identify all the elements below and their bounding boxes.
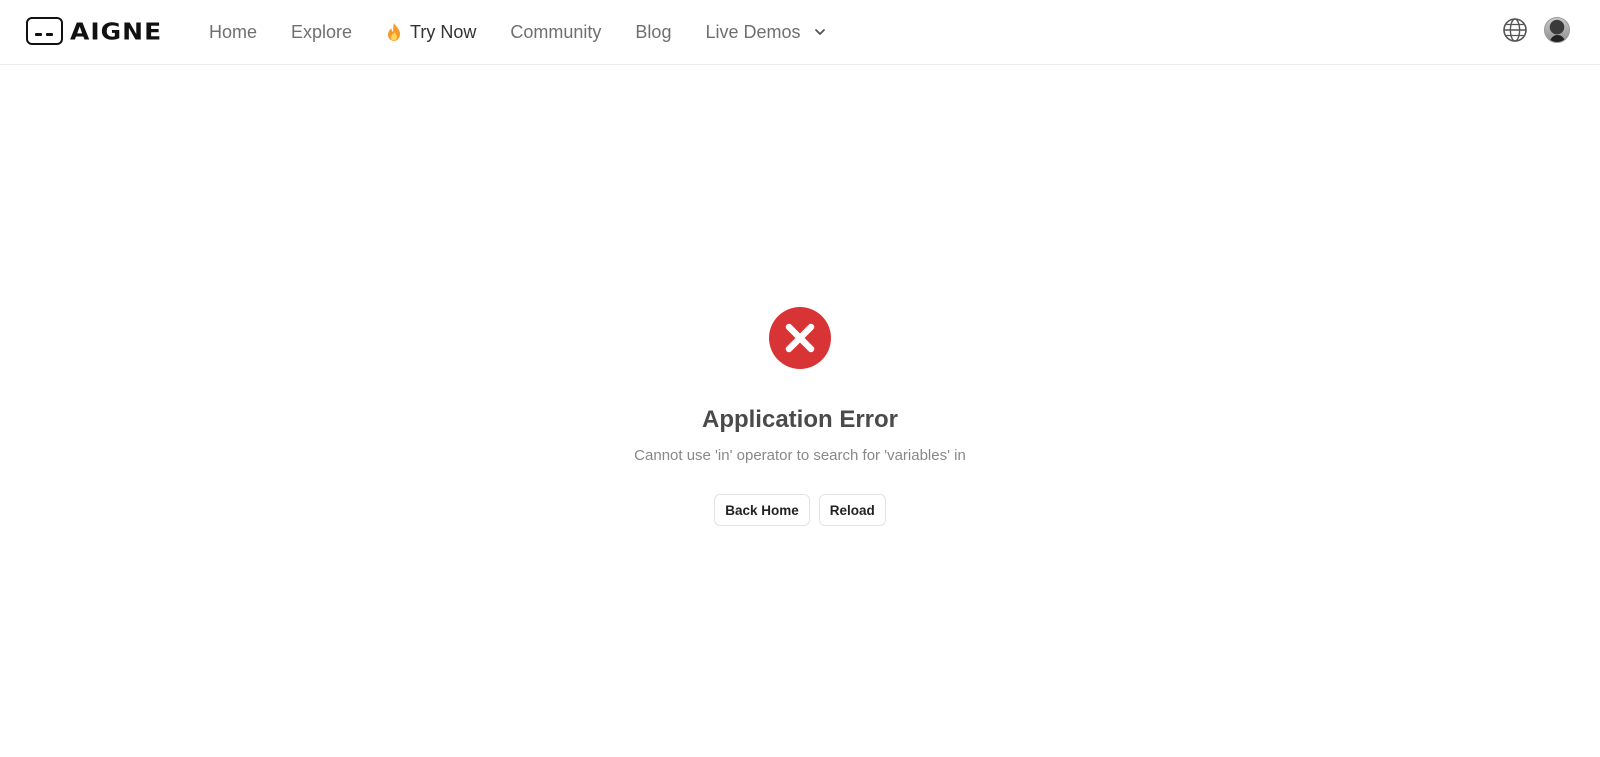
- nav-item-home[interactable]: Home: [209, 22, 257, 43]
- error-title: Application Error: [701, 406, 899, 433]
- nav-item-explore[interactable]: Explore: [291, 22, 352, 43]
- application-error-panel: Application Error Cannot use 'in' operat…: [0, 306, 1600, 526]
- fire-icon: [388, 23, 401, 41]
- nav-item-blog[interactable]: Blog: [635, 22, 671, 43]
- terminal-window-icon: [26, 17, 63, 45]
- reload-button[interactable]: Reload: [818, 494, 886, 526]
- nav-item-label: Home: [209, 21, 258, 42]
- nav-item-label: Community: [510, 21, 602, 42]
- nav-item-community[interactable]: Community: [510, 22, 601, 43]
- back-home-button[interactable]: Back Home: [714, 494, 810, 526]
- user-avatar[interactable]: [1544, 17, 1570, 43]
- nav-item-label: Live Demos: [705, 21, 801, 42]
- top-navigation-bar: AIGNE Home Explore Try Now Community Blo…: [0, 0, 1600, 65]
- nav-item-try-now[interactable]: Try Now: [386, 22, 476, 43]
- brand-logo[interactable]: AIGNE: [26, 17, 162, 45]
- brand-name: AIGNE: [70, 17, 163, 45]
- chevron-down-icon: [814, 29, 825, 35]
- main-navigation: Home Explore Try Now Community Blog Live…: [209, 0, 861, 64]
- nav-item-label: Explore: [291, 21, 353, 42]
- header-tools: [1502, 17, 1570, 43]
- error-actions: Back Home Reload: [0, 494, 1600, 526]
- globe-icon[interactable]: [1502, 17, 1528, 43]
- error-message: Cannot use 'in' operator to search for '…: [634, 447, 966, 464]
- nav-item-label: Blog: [635, 21, 672, 42]
- nav-item-label: Try Now: [410, 21, 477, 42]
- nav-item-live-demos[interactable]: Live Demos: [705, 22, 826, 43]
- error-x-icon: [769, 307, 831, 369]
